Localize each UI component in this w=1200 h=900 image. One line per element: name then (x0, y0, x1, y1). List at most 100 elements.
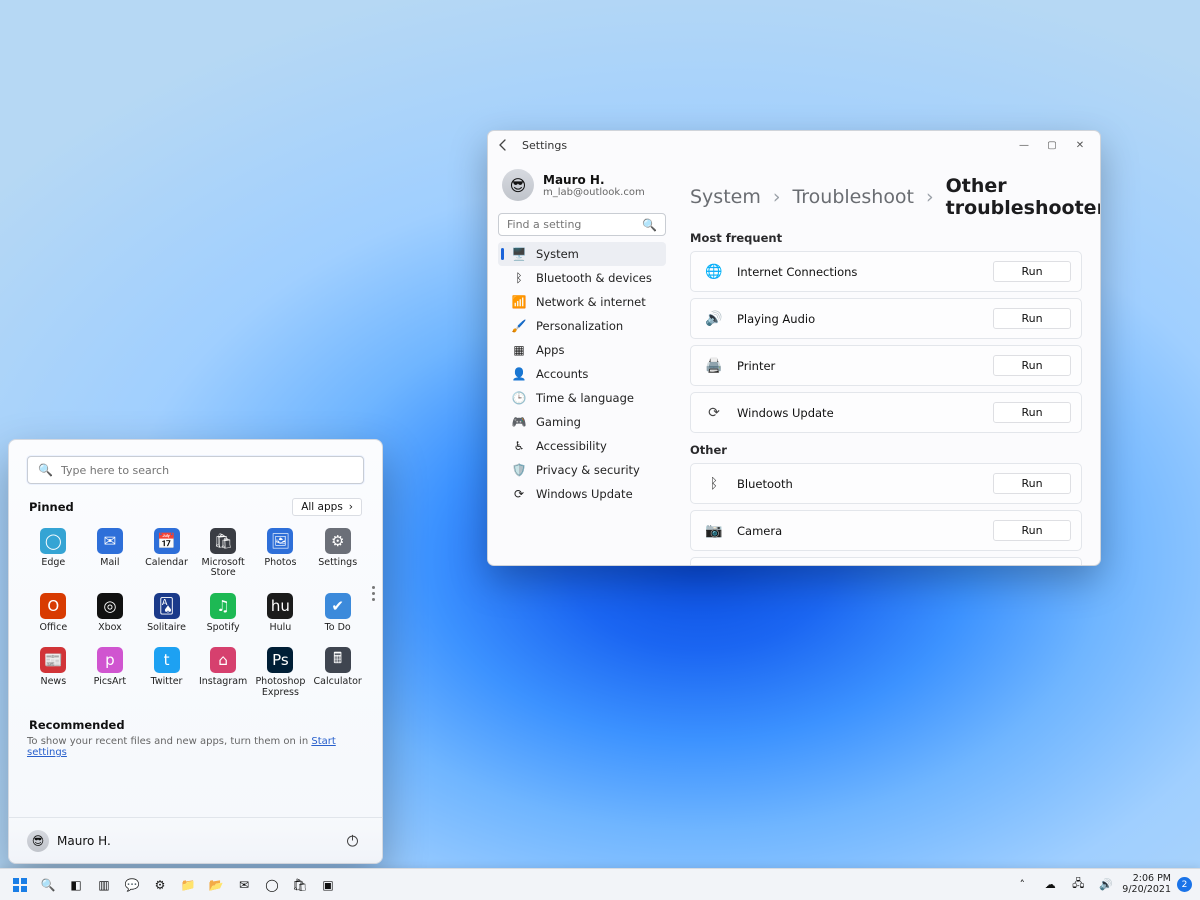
app-label: Xbox (98, 623, 122, 633)
app-edge[interactable]: ◯ Edge (27, 524, 80, 583)
avatar: 😎 (27, 830, 49, 852)
app-label: Edge (41, 558, 65, 568)
search-button[interactable]: 🔍 (36, 873, 60, 897)
app-microsoft-store[interactable]: 🛍 Microsoft Store (197, 524, 250, 583)
crumb-system[interactable]: System (690, 186, 761, 208)
app-solitaire[interactable]: 🂡 Solitaire (140, 589, 193, 637)
settings-button[interactable]: ⚙ (148, 873, 172, 897)
app-label: Twitter (151, 677, 183, 687)
app-hulu[interactable]: hu Hulu (253, 589, 307, 637)
find-setting[interactable]: 🔍 (498, 213, 666, 236)
run-button[interactable]: Run (993, 402, 1071, 423)
settings-window: Settings — ▢ ✕ 😎 Mauro H. m_lab@outlook.… (487, 130, 1101, 566)
store-taskbar-button[interactable]: 🛍 (288, 873, 312, 897)
app-icon: 📅 (154, 528, 180, 554)
app-label: News (40, 677, 66, 687)
sidebar-item-gaming[interactable]: 🎮 Gaming (498, 410, 666, 434)
start-search[interactable]: 🔍 (27, 456, 364, 484)
avatar: 😎 (502, 169, 534, 201)
camera-icon: 📷 (705, 522, 723, 540)
terminal-button[interactable]: ▣ (316, 873, 340, 897)
other-list: ᛒ Bluetooth Run 📷 Camera Run 📱 Connectio… (690, 463, 1082, 565)
app-to-do[interactable]: ✔ To Do (311, 589, 364, 637)
app-calendar[interactable]: 📅 Calendar (140, 524, 193, 583)
volume-tray-icon[interactable]: 🔊 (1094, 873, 1118, 897)
sidebar-item-system[interactable]: 🖥️ System (498, 242, 666, 266)
pinned-label: Pinned (29, 500, 74, 514)
tray-overflow-icon[interactable]: ˄ (1010, 873, 1034, 897)
find-setting-input[interactable] (507, 218, 636, 231)
chevron-right-icon: › (773, 186, 781, 208)
edge-taskbar-button[interactable]: ◯ (260, 873, 284, 897)
app-icon: p (97, 647, 123, 673)
speaker-icon: 🔊 (705, 310, 723, 328)
run-button[interactable]: Run (993, 308, 1071, 329)
app-label: Spotify (207, 623, 240, 633)
pinned-more-button[interactable] (368, 586, 378, 601)
run-button[interactable]: Run (993, 261, 1071, 282)
settings-nav: 🖥️ Systemᛒ Bluetooth & devices📶 Network … (498, 242, 666, 506)
run-button[interactable]: Run (993, 355, 1071, 376)
maximize-button[interactable]: ▢ (1038, 134, 1066, 156)
back-button[interactable] (494, 136, 512, 154)
minimize-button[interactable]: — (1010, 134, 1038, 156)
run-button[interactable]: Run (993, 473, 1071, 494)
crumb-troubleshoot[interactable]: Troubleshoot (792, 186, 914, 208)
app-label: To Do (325, 623, 351, 633)
app-label: PicsArt (94, 677, 126, 687)
start-search-input[interactable] (61, 464, 353, 477)
sidebar-item-network-internet[interactable]: 📶 Network & internet (498, 290, 666, 314)
app-photos[interactable]: 🖼 Photos (253, 524, 307, 583)
onedrive-icon[interactable]: ☁ (1038, 873, 1062, 897)
all-apps-button[interactable]: All apps › (292, 498, 362, 516)
chat-button[interactable]: 💬 (120, 873, 144, 897)
close-button[interactable]: ✕ (1066, 134, 1094, 156)
sidebar-item-accounts[interactable]: 👤 Accounts (498, 362, 666, 386)
search-icon: 🔍 (642, 218, 657, 232)
troubleshooter-text: Camera (737, 524, 782, 538)
sidebar-item-bluetooth-devices[interactable]: ᛒ Bluetooth & devices (498, 266, 666, 290)
app-twitter[interactable]: t Twitter (140, 643, 193, 702)
power-button[interactable] (340, 829, 364, 853)
app-label: Hulu (270, 623, 292, 633)
troubleshooter-text: Internet Connections (737, 265, 857, 279)
sidebar-item-label: Personalization (536, 319, 623, 333)
sidebar-item-accessibility[interactable]: ♿ Accessibility (498, 434, 666, 458)
sidebar-item-windows-update[interactable]: ⟳ Windows Update (498, 482, 666, 506)
run-button[interactable]: Run (993, 520, 1071, 541)
start-user-button[interactable]: 😎 Mauro H. (27, 830, 111, 852)
app-news[interactable]: 📰 News (27, 643, 80, 702)
notification-badge[interactable]: 2 (1177, 877, 1192, 892)
sidebar-item-privacy-security[interactable]: 🛡️ Privacy & security (498, 458, 666, 482)
start-button[interactable] (8, 873, 32, 897)
sidebar-user[interactable]: 😎 Mauro H. m_lab@outlook.com (498, 161, 666, 207)
troubleshooter-internet-connections: 🌐 Internet Connections Run (690, 251, 1082, 292)
network-tray-icon[interactable]: 🖧 (1066, 873, 1090, 897)
sidebar-item-apps[interactable]: ▦ Apps (498, 338, 666, 362)
app-calculator[interactable]: 🖩 Calculator (311, 643, 364, 702)
explorer-button[interactable]: 📁 (176, 873, 200, 897)
start-menu: 🔍 Pinned All apps › ◯ Edge✉ Mail📅 Calend… (8, 439, 383, 864)
mail-taskbar-button[interactable]: ✉ (232, 873, 256, 897)
app-photoshop-express[interactable]: Ps Photoshop Express (253, 643, 307, 702)
troubleshooter-camera: 📷 Camera Run (690, 510, 1082, 551)
troubleshooter-windows-update: ⟳ Windows Update Run (690, 392, 1082, 433)
sidebar-item-time-language[interactable]: 🕒 Time & language (498, 386, 666, 410)
sidebar-item-personalization[interactable]: 🖌️ Personalization (498, 314, 666, 338)
sidebar-item-label: Accounts (536, 367, 588, 381)
chevron-right-icon: › (926, 186, 934, 208)
app-label: Calculator (314, 677, 362, 687)
explorer2-button[interactable]: 📂 (204, 873, 228, 897)
app-instagram[interactable]: ⌂ Instagram (197, 643, 250, 702)
app-xbox[interactable]: ◎ Xbox (84, 589, 137, 637)
start-user-name: Mauro H. (57, 834, 111, 848)
app-mail[interactable]: ✉ Mail (84, 524, 137, 583)
section-most-frequent: Most frequent (690, 231, 1082, 245)
widgets-button[interactable]: ▥ (92, 873, 116, 897)
taskbar-clock[interactable]: 2:06 PM 9/20/2021 (1122, 874, 1171, 895)
app-settings[interactable]: ⚙ Settings (311, 524, 364, 583)
app-picsart[interactable]: p PicsArt (84, 643, 137, 702)
app-office[interactable]: O Office (27, 589, 80, 637)
taskview-button[interactable]: ◧ (64, 873, 88, 897)
app-spotify[interactable]: ♫ Spotify (197, 589, 250, 637)
